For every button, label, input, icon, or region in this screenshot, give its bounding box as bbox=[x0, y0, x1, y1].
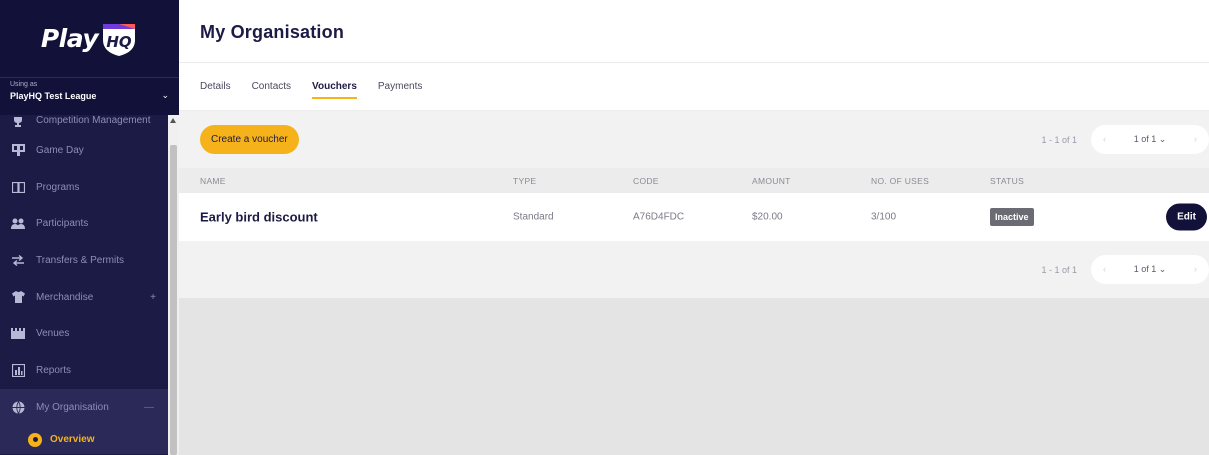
page-select[interactable]: 1 of 1 ⌄ bbox=[1134, 264, 1167, 275]
scoreboard-icon bbox=[10, 143, 26, 157]
bottom-pagination: 1 - 1 of 1 ‹ 1 of 1 ⌄ › bbox=[1041, 255, 1209, 284]
chevron-right-icon[interactable]: › bbox=[1194, 134, 1197, 144]
book-icon bbox=[10, 180, 26, 194]
top-pagination: 1 - 1 of 1 ‹ 1 of 1 ⌄ › bbox=[1041, 125, 1209, 154]
sidebar-item-my-organisation[interactable]: My Organisation — bbox=[0, 388, 168, 426]
voucher-toolbar: Create a voucher 1 - 1 of 1 ‹ 1 of 1 ⌄ › bbox=[179, 111, 1209, 168]
sidebar-item-label: Programs bbox=[36, 181, 80, 193]
hq-shield-icon: HQ bbox=[103, 23, 136, 56]
logo-badge: HQ bbox=[106, 33, 132, 51]
voucher-type: Standard bbox=[513, 211, 554, 223]
page-select[interactable]: 1 of 1 ⌄ bbox=[1134, 134, 1167, 145]
tab-bar: Details Contacts Vouchers Payments bbox=[179, 63, 1209, 111]
sidebar-subitem-overview[interactable]: Overview bbox=[0, 425, 168, 454]
chevron-left-icon[interactable]: ‹ bbox=[1103, 134, 1106, 144]
table-header: NAME TYPE CODE AMOUNT NO. OF USES STATUS bbox=[179, 168, 1209, 193]
main-content: My Organisation Details Contacts Voucher… bbox=[179, 0, 1209, 455]
sidebar-item-label: Participants bbox=[36, 218, 89, 230]
transfer-icon bbox=[10, 253, 26, 267]
pagination-control: ‹ 1 of 1 ⌄ › bbox=[1091, 125, 1209, 154]
logo-area: Play HQ bbox=[0, 0, 179, 77]
tab-vouchers[interactable]: Vouchers bbox=[312, 78, 357, 99]
org-name: PlayHQ Test League bbox=[10, 91, 97, 101]
voucher-uses: 3/100 bbox=[871, 211, 897, 223]
column-header-amount[interactable]: AMOUNT bbox=[752, 176, 791, 186]
page-select-value: 1 of 1 bbox=[1133, 264, 1157, 274]
page-header: My Organisation bbox=[179, 0, 1209, 63]
sidebar-item-competition-management[interactable]: Competition Management bbox=[0, 115, 168, 132]
voucher-code: A76D4FDC bbox=[633, 211, 685, 223]
sidebar-item-label: Merchandise bbox=[36, 291, 94, 303]
sidebar-menu: Competition Management Game Day Programs… bbox=[0, 115, 168, 454]
playhq-logo[interactable]: Play HQ bbox=[41, 20, 138, 58]
people-icon bbox=[10, 217, 26, 231]
sidebar-item-participants[interactable]: Participants bbox=[0, 205, 168, 242]
status-badge: Inactive bbox=[990, 208, 1034, 226]
expand-icon: + bbox=[150, 291, 156, 303]
chevron-left-icon[interactable]: ‹ bbox=[1103, 264, 1106, 274]
edit-button[interactable]: Edit bbox=[1166, 203, 1207, 231]
trophy-icon bbox=[10, 115, 26, 129]
sidebar-item-venues[interactable]: Venues bbox=[0, 315, 168, 352]
globe-icon bbox=[10, 400, 26, 414]
column-header-type[interactable]: TYPE bbox=[513, 176, 536, 186]
tab-contacts[interactable]: Contacts bbox=[252, 78, 291, 95]
table-footer: 1 - 1 of 1 ‹ 1 of 1 ⌄ › bbox=[179, 241, 1209, 298]
page-title: My Organisation bbox=[200, 22, 345, 42]
page-select-value: 1 of 1 bbox=[1133, 134, 1157, 144]
column-header-code[interactable]: CODE bbox=[633, 176, 659, 186]
sidebar-item-transfers-permits[interactable]: Transfers & Permits bbox=[0, 242, 168, 279]
create-voucher-button[interactable]: Create a voucher bbox=[200, 125, 299, 154]
chart-icon bbox=[10, 363, 26, 377]
tab-payments[interactable]: Payments bbox=[378, 78, 422, 95]
sidebar-item-label: Venues bbox=[36, 328, 70, 340]
pagination-control: ‹ 1 of 1 ⌄ › bbox=[1091, 255, 1209, 284]
shirt-icon bbox=[10, 290, 26, 304]
collapse-icon: — bbox=[144, 401, 154, 413]
logo-text: Play bbox=[40, 24, 99, 53]
scrollbar-thumb[interactable] bbox=[170, 145, 177, 455]
sidebar-item-label: Reports bbox=[36, 364, 72, 376]
org-switcher[interactable]: Using as PlayHQ Test League ⌄ bbox=[0, 77, 179, 115]
column-header-status[interactable]: STATUS bbox=[990, 176, 1024, 186]
using-as-label: Using as bbox=[10, 81, 38, 88]
voucher-name: Early bird discount bbox=[200, 209, 318, 225]
sidebar-item-label: Game Day bbox=[36, 144, 84, 156]
chevron-right-icon[interactable]: › bbox=[1194, 264, 1197, 274]
scroll-up-icon[interactable] bbox=[170, 118, 176, 123]
sidebar-scrollbar[interactable] bbox=[168, 115, 179, 455]
pagination-range: 1 - 1 of 1 bbox=[1041, 264, 1077, 275]
column-header-uses[interactable]: NO. OF USES bbox=[871, 176, 929, 186]
table-row[interactable]: Early bird discount Standard A76D4FDC $2… bbox=[179, 193, 1209, 241]
sidebar-item-reports[interactable]: Reports bbox=[0, 352, 168, 389]
sidebar-item-programs[interactable]: Programs bbox=[0, 169, 168, 206]
voucher-amount: $20.00 bbox=[752, 211, 783, 223]
sidebar-subitem-label: Overview bbox=[50, 434, 95, 445]
sidebar-item-label: Competition Management bbox=[36, 115, 151, 126]
column-header-name[interactable]: NAME bbox=[200, 176, 226, 186]
sidebar-item-game-day[interactable]: Game Day bbox=[0, 132, 168, 169]
sidebar-item-merchandise[interactable]: Merchandise + bbox=[0, 279, 168, 316]
pagination-range: 1 - 1 of 1 bbox=[1041, 134, 1077, 145]
stadium-icon bbox=[10, 327, 26, 341]
sidebar-item-label: My Organisation bbox=[36, 401, 109, 413]
empty-area bbox=[179, 298, 1209, 455]
chevron-down-icon: ⌄ bbox=[161, 90, 169, 100]
tab-details[interactable]: Details bbox=[200, 78, 231, 95]
sidebar-item-label: Transfers & Permits bbox=[36, 254, 124, 266]
location-pin-icon bbox=[28, 432, 42, 447]
sidebar: Play HQ Using as PlayHQ Test League ⌄ Co… bbox=[0, 0, 179, 455]
